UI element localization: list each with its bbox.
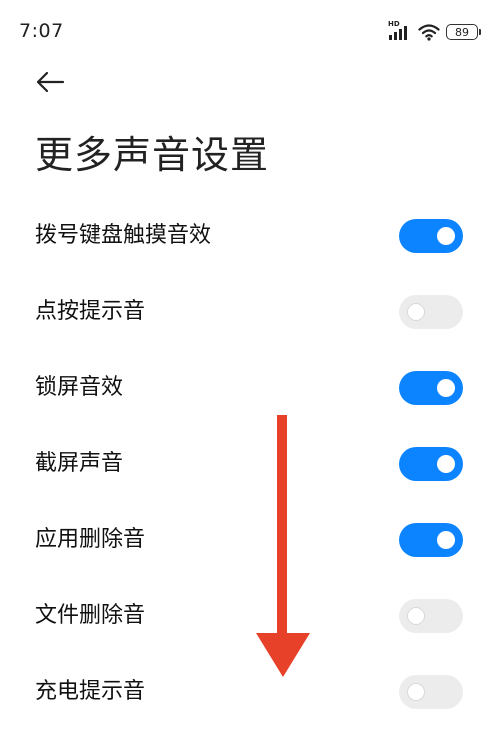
setting-label: 截屏声音 — [35, 451, 124, 476]
setting-row-lock-screen-sound[interactable]: 锁屏音效 — [0, 350, 500, 426]
setting-row-charging-sound[interactable]: 充电提示音 — [0, 654, 500, 730]
toggle-knob — [437, 455, 455, 473]
cellular-signal-icon: HD — [388, 20, 412, 41]
setting-label: 应用删除音 — [35, 527, 146, 552]
setting-row-screenshot-sound[interactable]: 截屏声音 — [0, 426, 500, 502]
file-delete-sound-toggle[interactable] — [399, 599, 463, 633]
status-bar: 7:07 HD 89 — [0, 0, 500, 62]
status-icons: HD 89 — [388, 20, 481, 42]
battery-icon: 89 — [446, 24, 481, 40]
setting-row-dialpad-touch-sound[interactable]: 拨号键盘触摸音效 — [0, 198, 500, 274]
setting-label: 点按提示音 — [35, 299, 146, 324]
screenshot-sound-toggle[interactable] — [399, 447, 463, 481]
setting-row-file-delete-sound[interactable]: 文件删除音 — [0, 578, 500, 654]
toggle-knob — [437, 379, 455, 397]
setting-row-tap-sound[interactable]: 点按提示音 — [0, 274, 500, 350]
toggle-knob — [407, 303, 425, 321]
back-arrow-icon — [36, 71, 65, 93]
back-button[interactable] — [30, 64, 70, 100]
setting-row-app-delete-sound[interactable]: 应用删除音 — [0, 502, 500, 578]
setting-label: 文件删除音 — [35, 603, 146, 628]
toggle-knob — [437, 531, 455, 549]
lock-screen-sound-toggle[interactable] — [399, 371, 463, 405]
dialpad-touch-sound-toggle[interactable] — [399, 219, 463, 253]
charging-sound-toggle[interactable] — [399, 675, 463, 709]
app-delete-sound-toggle[interactable] — [399, 523, 463, 557]
status-time: 7:07 — [19, 20, 64, 42]
setting-label: 拨号键盘触摸音效 — [35, 223, 212, 248]
toggle-knob — [407, 607, 425, 625]
setting-label: 充电提示音 — [35, 679, 146, 704]
toggle-knob — [437, 227, 455, 245]
tap-sound-toggle[interactable] — [399, 295, 463, 329]
scroll-down-arrow-annotation — [256, 415, 310, 677]
page-title: 更多声音设置 — [35, 133, 270, 177]
wifi-icon — [418, 23, 440, 41]
toggle-knob — [407, 683, 425, 701]
setting-label: 锁屏音效 — [35, 375, 124, 400]
